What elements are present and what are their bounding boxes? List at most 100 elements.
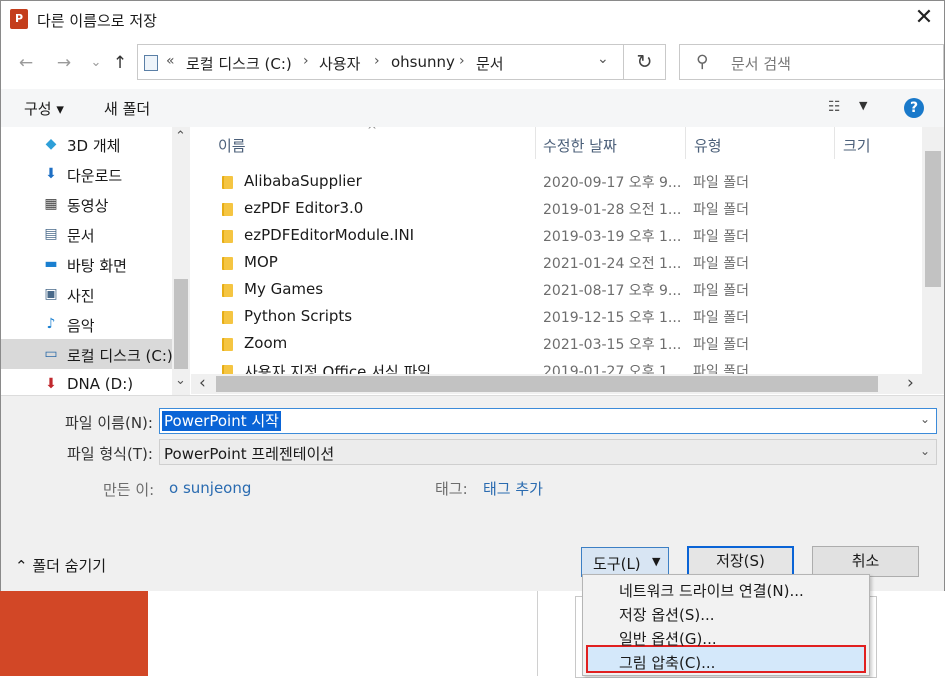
column-divider[interactable] — [685, 127, 686, 159]
filename-field[interactable]: PowerPoint 시작 ⌄ — [159, 408, 937, 434]
folder-icon — [222, 203, 233, 216]
sidebar-item[interactable]: ▬ 바탕 화면 — [1, 249, 176, 279]
column-divider[interactable] — [535, 127, 536, 159]
sidebar-item[interactable]: ▭ 로컬 디스크 (C:) — [1, 339, 176, 369]
scroll-left-icon[interactable]: ‹ — [199, 373, 206, 393]
up-arrow-icon[interactable]: ↑ — [107, 49, 133, 77]
sidebar-item-label: 문서 — [67, 227, 95, 245]
tags-value[interactable]: 태그 추가 — [483, 478, 543, 499]
sidebar-item[interactable]: ⬇ DNA (D:) — [1, 369, 176, 395]
breadcrumb-separator[interactable]: › — [374, 53, 380, 69]
sidebar-item[interactable]: ▣ 사진 — [1, 279, 176, 309]
file-date: 2020-09-17 오후 9... — [543, 175, 682, 191]
horizontal-scroll-thumb[interactable] — [216, 376, 878, 392]
file-row[interactable]: Python Scripts 2019-12-15 오후 1... 파일 폴더 — [191, 303, 921, 330]
file-name: ezPDF Editor3.0 — [244, 199, 364, 217]
tools-menu-item[interactable]: 저장 옵션(S)... — [583, 601, 869, 625]
address-dropdown-icon[interactable]: ⌄ — [597, 51, 609, 67]
file-row[interactable]: My Games 2021-08-17 오후 9... 파일 폴더 — [191, 276, 921, 303]
column-divider[interactable] — [834, 127, 835, 159]
tools-button[interactable]: 도구(L) ▼ — [581, 547, 669, 577]
recent-locations-chevron-icon[interactable]: ⌄ — [83, 49, 109, 77]
file-name: AlibabaSupplier — [244, 172, 362, 190]
tools-menu-item[interactable]: 그림 압축(C)... — [583, 649, 869, 673]
dialog-title: 다른 이름으로 저장 — [37, 12, 157, 30]
tools-menu-item[interactable]: 일반 옵션(G)... — [583, 625, 869, 649]
sidebar-item[interactable]: ◆ 3D 개체 — [1, 129, 176, 159]
file-row[interactable]: ezPDFEditorModule.INI 2019-03-19 오후 1... 파… — [191, 222, 921, 249]
search-input[interactable]: ⚲ 문서 검색 — [679, 44, 944, 80]
tools-label: 도구(L) — [593, 555, 641, 573]
filename-label: 파일 이름(N): — [65, 414, 153, 432]
nav-scroll-up-icon[interactable]: ⌃ — [175, 129, 186, 144]
desktop-icon: ▬ — [44, 256, 58, 272]
hide-folders-button[interactable]: ⌃ 폴더 숨기기 — [15, 555, 106, 576]
sidebar-item[interactable]: ▤ 문서 — [1, 219, 176, 249]
refresh-icon[interactable]: ↻ — [624, 44, 666, 80]
address-overflow[interactable]: « — [166, 53, 175, 69]
sidebar-item[interactable]: ♪ 음악 — [1, 309, 176, 339]
tags-label: 태그: — [435, 480, 468, 498]
breadcrumb-separator[interactable]: › — [459, 53, 465, 69]
sidebar-item-label: 다운로드 — [67, 167, 123, 185]
file-name: Zoom — [244, 334, 288, 352]
tools-dropdown-icon: ▼ — [652, 555, 661, 568]
folder-icon — [222, 311, 233, 324]
column-header-size[interactable]: 크기 — [843, 135, 871, 169]
help-icon[interactable]: ? — [904, 98, 924, 118]
file-type: 파일 폴더 — [693, 202, 749, 218]
author-value[interactable]: o sunjeong — [169, 479, 251, 497]
file-row[interactable]: MOP 2021-01-24 오전 1... 파일 폴더 — [191, 249, 921, 276]
file-name: Python Scripts — [244, 307, 353, 325]
column-header-type[interactable]: 유형 — [694, 135, 722, 169]
nav-scroll-down-icon[interactable]: ⌄ — [175, 373, 186, 388]
vertical-scroll-thumb[interactable] — [925, 151, 941, 287]
save-button[interactable]: 저장(S) — [687, 546, 794, 577]
file-date: 2021-08-17 오후 9... — [543, 283, 682, 299]
column-header-name[interactable]: 이름 — [218, 135, 246, 169]
filetype-value: PowerPoint 프레젠테이션 — [164, 445, 335, 463]
view-dropdown-icon[interactable]: ▼ — [859, 99, 867, 112]
breadcrumb-ohsunny[interactable]: ohsunny — [391, 53, 455, 71]
sidebar-item-label: DNA (D:) — [67, 375, 134, 393]
cancel-button[interactable]: 취소 — [812, 546, 919, 577]
organize-button[interactable]: 구성 ▾ — [24, 98, 64, 119]
address-bar[interactable]: « 로컬 디스크 (C:) › 사용자 › ohsunny › 문서 ⌄ — [137, 44, 624, 80]
scroll-right-icon[interactable]: › — [907, 373, 914, 393]
cube-icon: ◆ — [45, 136, 57, 152]
document-icon: ▤ — [44, 226, 58, 242]
navigation-scroll-thumb[interactable] — [174, 279, 188, 369]
column-header-date[interactable]: 수정한 날짜 — [543, 135, 617, 169]
file-type: 파일 폴더 — [693, 229, 749, 245]
file-row[interactable]: ezPDF Editor3.0 2019-01-28 오전 1... 파일 폴더 — [191, 195, 921, 222]
download-icon: ⬇ — [45, 166, 57, 182]
back-arrow-icon[interactable]: ← — [13, 49, 39, 77]
view-options-icon[interactable]: ☷ — [828, 99, 841, 115]
tools-menu-item-label: 저장 옵션(S)... — [619, 606, 715, 624]
breadcrumb-separator[interactable]: › — [303, 53, 309, 69]
folder-icon — [222, 176, 233, 189]
tools-menu-item[interactable]: 네트워크 드라이브 연결(N)... — [583, 577, 869, 601]
sidebar-item[interactable]: ▦ 동영상 — [1, 189, 176, 219]
breadcrumb-local-disk[interactable]: 로컬 디스크 (C:) — [186, 53, 292, 74]
filename-value[interactable]: PowerPoint 시작 — [162, 411, 281, 431]
search-placeholder: 문서 검색 — [731, 55, 791, 73]
sidebar-item[interactable]: ⬇ 다운로드 — [1, 159, 176, 189]
new-folder-button[interactable]: 새 폴더 — [104, 98, 150, 119]
breadcrumb-documents[interactable]: 문서 — [476, 53, 504, 74]
filename-dropdown-icon[interactable]: ⌄ — [920, 412, 930, 426]
sidebar-item-label: 동영상 — [67, 197, 109, 215]
close-icon[interactable]: ✕ — [909, 3, 939, 33]
tools-menu-item-label: 일반 옵션(G)... — [619, 630, 717, 648]
filetype-dropdown-icon[interactable]: ⌄ — [920, 444, 930, 458]
drive-d-icon: ⬇ — [45, 376, 57, 392]
file-row[interactable]: AlibabaSupplier 2020-09-17 오후 9... 파일 폴더 — [191, 168, 921, 195]
folder-icon — [222, 230, 233, 243]
file-type: 파일 폴더 — [693, 256, 749, 272]
navigation-pane: ◆ 3D 개체 ⬇ 다운로드 ▦ 동영상 ▤ 문서 ▬ 바탕 화면 ▣ 사진 ♪ 음악 ▭ 로컬 디스크 (C… — [1, 127, 190, 395]
forward-arrow-icon[interactable]: → — [51, 49, 77, 77]
filetype-select[interactable]: PowerPoint 프레젠테이션 ⌄ — [159, 439, 937, 465]
folder-icon — [222, 257, 233, 270]
file-row[interactable]: Zoom 2021-03-15 오후 1... 파일 폴더 — [191, 330, 921, 357]
breadcrumb-users[interactable]: 사용자 — [319, 53, 360, 74]
